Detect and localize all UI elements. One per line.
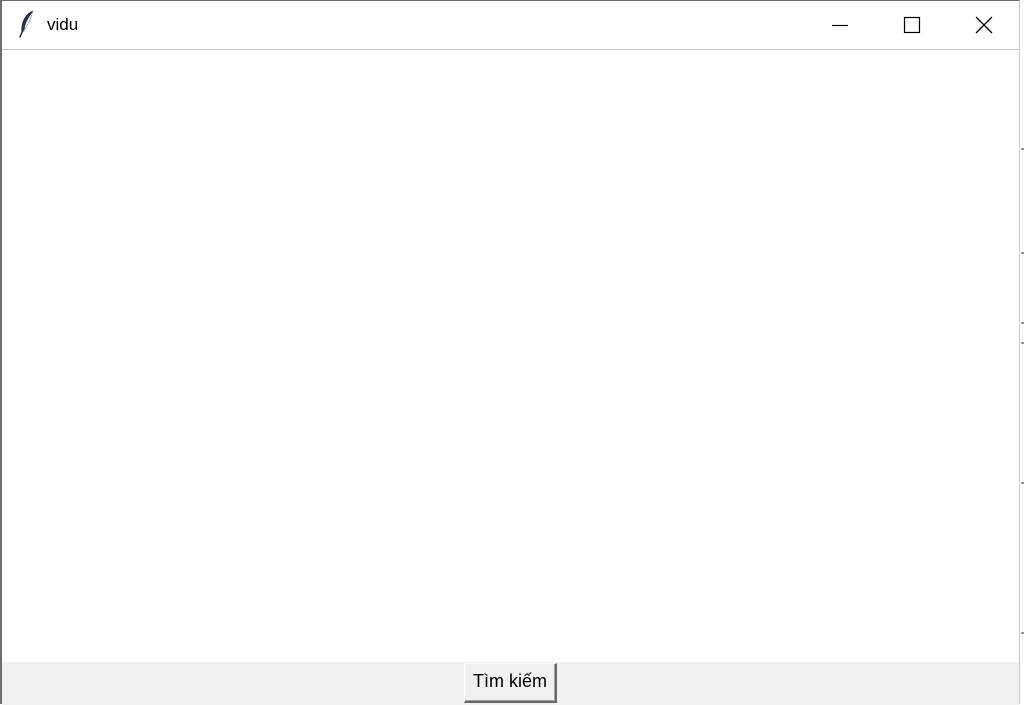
feather-icon — [19, 10, 34, 38]
search-button[interactable]: Tìm kiếm — [464, 663, 557, 703]
minimize-button[interactable] — [804, 1, 876, 48]
bottom-bar: Tìm kiếm — [2, 662, 1019, 705]
content-area — [2, 50, 1019, 662]
background-window-edge — [1020, 0, 1024, 704]
minimize-icon — [832, 24, 848, 26]
close-icon — [975, 16, 993, 33]
window-title: vidu — [47, 15, 79, 34]
app-window: vidu Tìm kiếm — [0, 0, 1020, 705]
maximize-button[interactable] — [876, 1, 948, 48]
maximize-icon — [903, 16, 921, 33]
title-bar[interactable]: vidu — [2, 1, 1019, 50]
close-button[interactable] — [948, 1, 1020, 48]
